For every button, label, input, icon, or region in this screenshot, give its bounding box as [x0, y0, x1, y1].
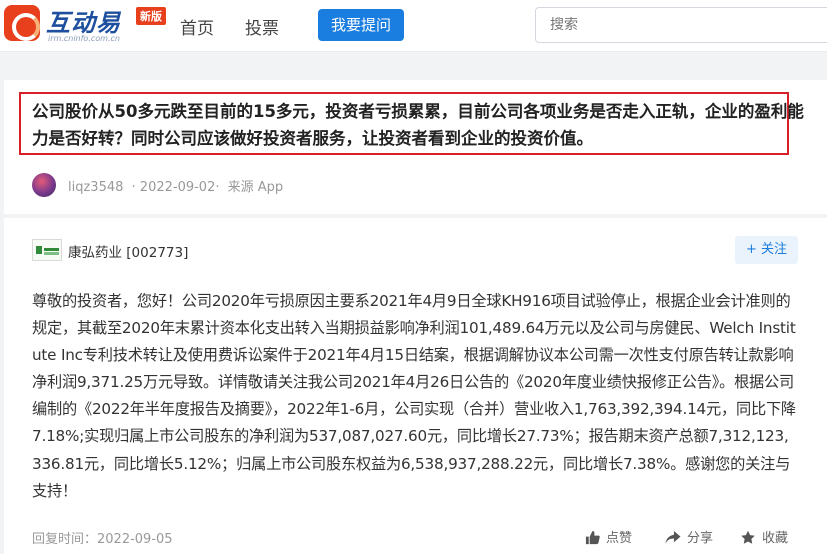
- question-meta: liqz3548 · 2022-09-02· 来源 App: [68, 176, 287, 195]
- question-source: 来源 App: [227, 180, 284, 195]
- logo-subtitle: irm.cninfo.com.cn: [48, 34, 120, 43]
- answer-text: 尊敬的投资者，您好！公司2020年亏损原因主要系2021年4月9日全球KH916…: [32, 292, 796, 500]
- reply-time: 回复时间：2022-09-05: [32, 532, 173, 547]
- logo-text: 互动易: [46, 9, 121, 37]
- thumbs-up-icon: [585, 530, 600, 545]
- question-text: 公司股价从50多元跌至目前的15多元，投资者亏损累累，目前公司各项业务是否走入正…: [32, 102, 804, 148]
- ask-question-button[interactable]: 我要提问: [318, 9, 404, 41]
- star-icon: [741, 530, 755, 544]
- question-author[interactable]: liqz3548: [68, 180, 123, 195]
- company-name[interactable]: 康弘药业 [002773]: [68, 241, 188, 261]
- new-version-badge: 新版: [136, 7, 166, 25]
- user-avatar[interactable]: [32, 173, 56, 197]
- favorite-label: 收藏: [762, 531, 789, 546]
- logo-mark-icon: [4, 5, 40, 41]
- question-date: · 2022-09-02·: [131, 180, 220, 195]
- like-button[interactable]: 点赞: [585, 527, 632, 546]
- share-button[interactable]: 分享: [665, 527, 713, 546]
- follow-button[interactable]: + 关注: [735, 236, 798, 264]
- nav-vote-link[interactable]: 投票: [245, 14, 279, 39]
- site-logo[interactable]: 互动易 irm.cninfo.com.cn 新版: [4, 3, 174, 47]
- like-label: 点赞: [606, 531, 633, 546]
- search-box: [535, 7, 827, 43]
- share-arrow-icon: [665, 530, 681, 545]
- nav-home-link[interactable]: 首页: [180, 14, 214, 39]
- share-label: 分享: [687, 531, 714, 546]
- top-header: 互动易 irm.cninfo.com.cn 新版 首页 投票 我要提问: [0, 0, 827, 52]
- company-logo-icon[interactable]: [32, 239, 62, 261]
- favorite-button[interactable]: 收藏: [740, 527, 788, 546]
- search-input[interactable]: [550, 17, 810, 33]
